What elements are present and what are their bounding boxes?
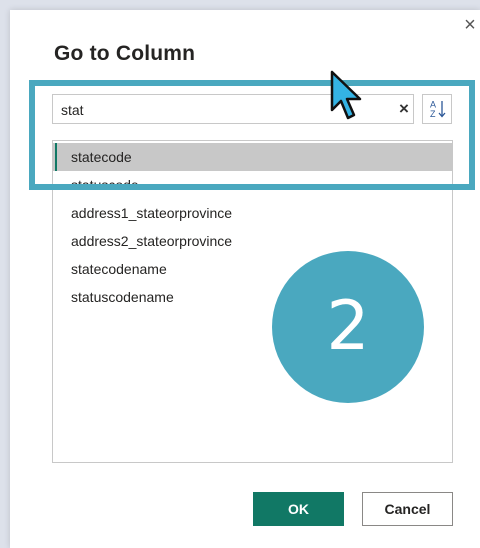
dialog-title: Go to Column xyxy=(54,42,196,65)
cancel-button[interactable]: Cancel xyxy=(362,492,453,526)
clear-icon[interactable]: × xyxy=(396,98,412,120)
step-number-badge: 2 xyxy=(272,251,424,403)
close-icon[interactable]: × xyxy=(461,15,479,35)
search-input[interactable] xyxy=(61,100,361,120)
column-list-item[interactable]: statuscode xyxy=(53,171,452,199)
ok-button[interactable]: OK xyxy=(253,492,344,526)
column-list-item[interactable]: address1_stateorprovince xyxy=(53,199,452,227)
sort-letter-a: A xyxy=(430,100,436,110)
column-list-item[interactable]: statecode xyxy=(53,143,452,171)
mouse-pointer-icon xyxy=(330,70,362,120)
sort-az-icon: A Z xyxy=(430,100,446,119)
column-list-item[interactable]: address2_stateorprovince xyxy=(53,227,452,255)
sort-letter-z: Z xyxy=(430,109,436,119)
sort-az-button[interactable]: A Z xyxy=(422,94,452,124)
